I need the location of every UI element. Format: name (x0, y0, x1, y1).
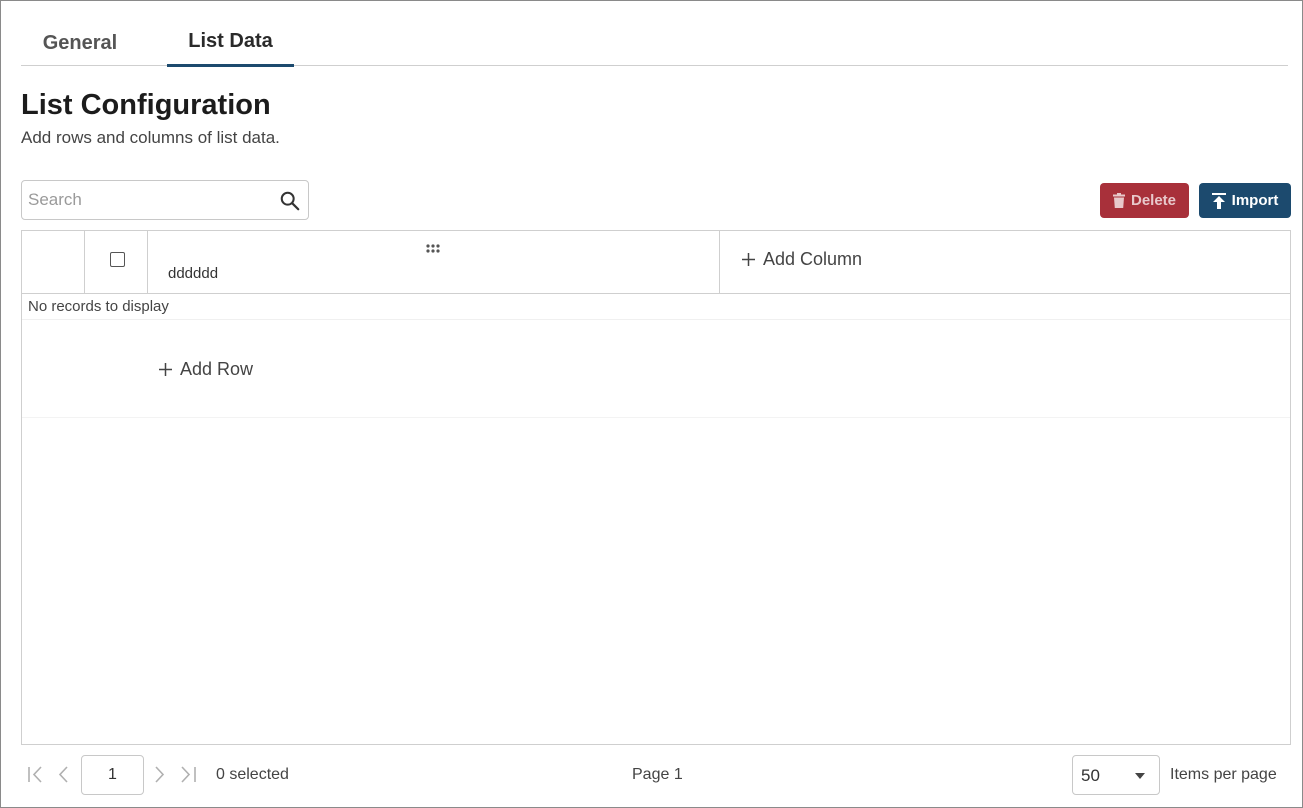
delete-button[interactable]: Delete (1100, 183, 1189, 218)
page-number-input[interactable]: 1 (81, 755, 144, 795)
prev-page-icon[interactable] (58, 766, 70, 783)
select-all-header (85, 231, 148, 293)
plus-icon (159, 363, 172, 376)
empty-message: No records to display (28, 298, 169, 315)
add-row-label: Add Row (180, 359, 254, 379)
selected-count: 0 selected (216, 766, 289, 783)
import-button-label: Import (1231, 192, 1279, 209)
add-row-area: Add Row (22, 321, 1290, 418)
tab-bar: General List Data (21, 23, 1288, 67)
items-per-page-label: Items per page (1170, 766, 1277, 783)
pager: 1 0 selected Page 1 50 Items per page (1, 753, 1303, 797)
tab-list-data[interactable]: List Data (167, 23, 294, 67)
first-page-icon[interactable] (27, 766, 45, 783)
app-frame: General List Data List Configuration Add… (0, 0, 1303, 808)
delete-button-label: Delete (1130, 192, 1177, 209)
add-column-button[interactable]: Add Column (742, 249, 862, 270)
add-column-label: Add Column (763, 249, 863, 269)
tab-general-label: General (42, 32, 118, 54)
upload-icon (1211, 192, 1226, 209)
items-per-page-value: 50 (1081, 766, 1100, 785)
add-row-button[interactable]: Add Row (159, 359, 253, 380)
list-data-grid: dddddd Add Column No records to display … (21, 230, 1291, 745)
page-title: List Configuration (21, 89, 271, 121)
trash-icon (1112, 193, 1125, 208)
caret-down-icon (1135, 773, 1145, 779)
column-header-label: dddddd (168, 265, 219, 282)
page-indicator: Page 1 (632, 766, 683, 783)
search-input[interactable] (28, 187, 268, 213)
column-header[interactable]: dddddd (148, 231, 720, 293)
plus-icon (742, 253, 755, 266)
items-per-page-select[interactable]: 50 (1072, 755, 1160, 795)
import-button[interactable]: Import (1199, 183, 1291, 218)
row-handle-header (22, 231, 85, 293)
tab-list-data-label: List Data (188, 30, 273, 52)
last-page-icon[interactable] (179, 766, 197, 783)
select-all-checkbox[interactable] (110, 252, 125, 267)
search-box (21, 180, 309, 220)
search-icon[interactable] (279, 190, 301, 212)
next-page-icon[interactable] (153, 766, 165, 783)
tab-general[interactable]: General (21, 23, 139, 65)
page-subtitle: Add rows and columns of list data. (21, 128, 280, 147)
grid-header: dddddd Add Column (22, 231, 1290, 294)
drag-dots-icon[interactable] (425, 244, 441, 254)
empty-row: No records to display (22, 294, 1290, 320)
